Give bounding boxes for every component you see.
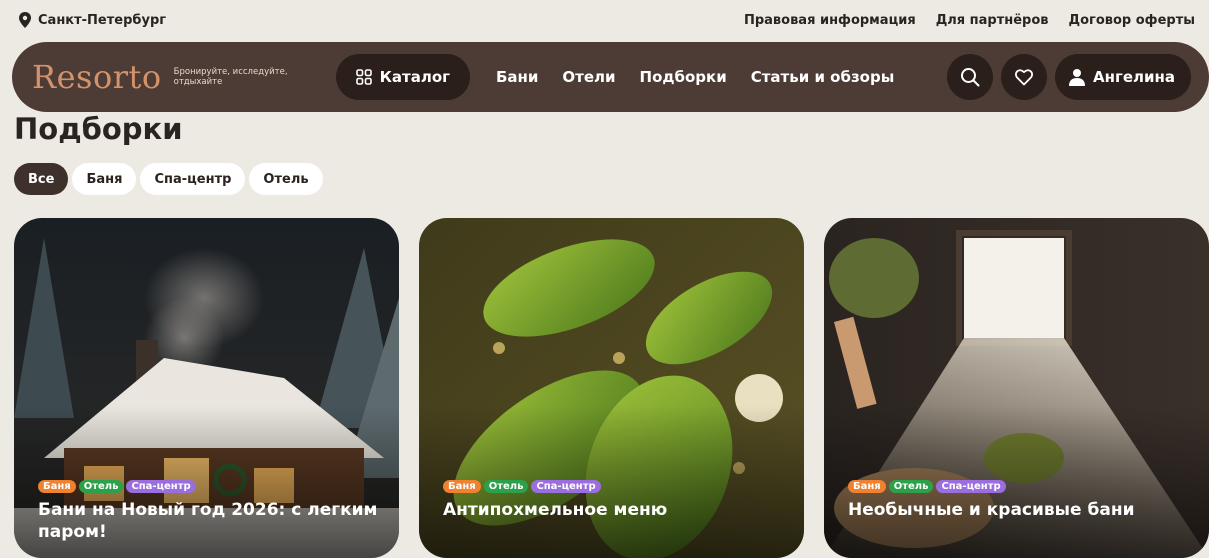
collections-grid: Баня Отель Спа-центр Бани на Новый год 2… [14,218,1209,558]
profile-button[interactable]: Ангелина [1055,54,1191,100]
tag-hotel: Отель [483,480,529,493]
header-actions: Ангелина [947,54,1191,100]
offer-agreement-link[interactable]: Договор оферты [1069,13,1195,28]
legal-info-link[interactable]: Правовая информация [744,13,916,28]
user-icon [1069,69,1086,86]
top-links: Правовая информация Для партнёров Догово… [744,13,1195,28]
nav-item-collections[interactable]: Подборки [640,68,727,86]
nav-item-hotels[interactable]: Отели [562,68,615,86]
tag-spa: Спа-центр [126,480,196,493]
top-bar: Санкт-Петербург Правовая информация Для … [0,0,1209,40]
collection-card[interactable]: Баня Отель Спа-центр Антипохмельное меню [419,218,804,558]
filter-chips: Все Баня Спа-центр Отель [14,163,323,195]
tagline: Бронируйте, исследуйте, отдыхайте [173,67,288,87]
favorites-button[interactable] [1001,54,1048,100]
logo[interactable]: Resorto [32,58,162,96]
catalog-button[interactable]: Каталог [335,54,470,100]
card-title: Антипохмельное меню [443,500,668,520]
city-selector[interactable]: Санкт-Петербург [18,12,166,28]
card-tags: Баня Отель Спа-центр [443,480,784,493]
catalog-label: Каталог [379,68,450,86]
card-info: Баня Отель Спа-центр Антипохмельное меню [443,480,784,521]
card-info: Баня Отель Спа-центр Необычные и красивы… [848,480,1189,521]
filter-bath[interactable]: Баня [72,163,137,195]
card-tags: Баня Отель Спа-центр [38,480,379,493]
tag-spa: Спа-центр [531,480,601,493]
collection-card[interactable]: Баня Отель Спа-центр Бани на Новый год 2… [14,218,399,558]
tag-bath: Баня [848,480,886,493]
nav-item-articles[interactable]: Статьи и обзоры [751,68,895,86]
filter-all[interactable]: Все [14,163,69,195]
grid-icon [355,69,372,85]
search-icon [961,68,980,87]
tag-hotel: Отель [888,480,934,493]
page-title: Подборки [14,112,183,146]
location-pin-icon [19,12,31,28]
filter-spa[interactable]: Спа-центр [140,163,246,195]
main-header: Resorto Бронируйте, исследуйте, отдыхайт… [12,42,1209,112]
card-title: Необычные и красивые бани [848,500,1135,520]
main-nav: Бани Отели Подборки Статьи и обзоры [496,68,894,86]
card-info: Баня Отель Спа-центр Бани на Новый год 2… [38,480,379,543]
card-title: Бани на Новый год 2026: с легким паром! [38,500,378,542]
tag-spa: Спа-центр [936,480,1006,493]
user-name: Ангелина [1093,68,1175,86]
heart-icon [1015,69,1034,86]
tag-hotel: Отель [78,480,124,493]
tag-bath: Баня [443,480,481,493]
tag-bath: Баня [38,480,76,493]
collection-card[interactable]: Баня Отель Спа-центр Необычные и красивы… [824,218,1209,558]
nav-item-baths[interactable]: Бани [496,68,538,86]
card-tags: Баня Отель Спа-центр [848,480,1189,493]
city-label: Санкт-Петербург [38,12,167,28]
search-button[interactable] [947,54,994,100]
partners-link[interactable]: Для партнёров [936,13,1049,28]
filter-hotel[interactable]: Отель [249,163,323,195]
